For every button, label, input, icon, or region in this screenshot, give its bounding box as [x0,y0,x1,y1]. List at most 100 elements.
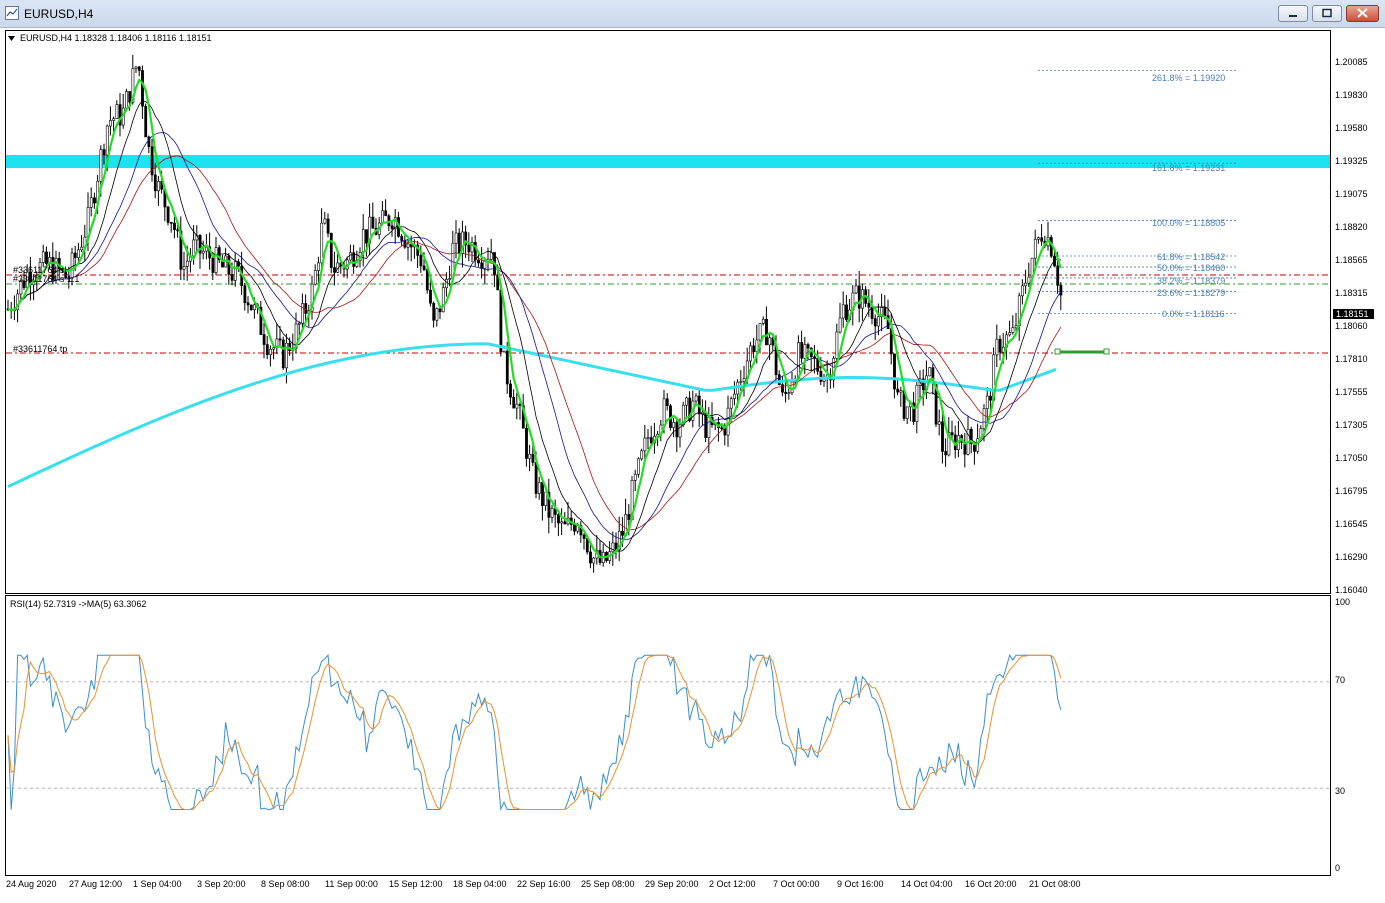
candle-body [390,225,394,229]
candle-body [803,344,807,359]
candle-body [883,307,887,316]
candle-body [441,287,445,313]
candle-body [211,257,215,273]
candle-body [41,251,45,263]
candle-body [1008,332,1012,336]
candle-body [589,551,592,564]
candle-body [1024,282,1028,287]
price-tick: 1.19325 [1335,156,1368,166]
price-tick: 1.18315 [1335,288,1368,298]
candle-body [371,216,375,229]
candle-body [928,367,932,377]
candle-body [563,521,567,525]
candle-body [80,246,84,251]
price-tick: 1.16545 [1335,519,1368,529]
candle-body [950,432,954,436]
candle-body [381,210,384,224]
candle-body [265,344,269,355]
candle-body [297,322,301,325]
price-tick: 1.19830 [1335,90,1368,100]
price-tick: 1.17810 [1335,354,1368,364]
price-tick: 1.16795 [1335,486,1368,496]
candle-body [515,403,519,409]
time-tick: 18 Sep 04:00 [453,879,507,889]
candle-body [857,285,861,309]
candle-body [838,317,842,333]
candle-body [509,383,512,398]
candle-body [102,149,106,156]
candle-body [707,416,711,438]
entry-marker-handle-left[interactable] [1054,348,1061,355]
candle-body [262,334,266,345]
candle-body [787,392,791,395]
time-tick: 22 Sep 16:00 [517,879,571,889]
collapse-triangle-icon[interactable] [8,36,16,42]
candle-body [640,450,644,460]
current-price-tag: 1.18151 [1333,309,1374,319]
candle-body [105,125,109,156]
candle-body [784,391,788,394]
price-tick: 1.18565 [1335,255,1368,265]
candle-body [249,304,253,311]
rsi-line [7,653,1062,812]
candle-body [505,350,509,385]
rsi-tick: 100 [1335,597,1351,607]
candle-body [995,338,999,356]
candle-body [422,265,426,270]
candle-body [185,260,189,267]
candle-body [246,302,250,306]
candle-body [905,406,909,419]
candle-body [323,218,327,224]
candle-body [765,318,768,346]
candle-body [429,289,432,304]
candle-body [806,344,810,349]
candle-body [349,252,352,261]
candle-body [253,304,256,311]
candle-body [1021,285,1024,297]
candle-body [445,279,448,289]
time-tick: 21 Oct 08:00 [1029,879,1081,889]
candle-body [512,396,516,409]
entry-order-label: #33611764 s 1.1 [13,274,80,284]
candle-body [672,422,676,428]
fib-label: 0.0% = 1.18116 [1162,309,1225,319]
time-tick: 11 Sep 00:00 [325,879,378,889]
candle-body [592,557,596,564]
fib-label: 50.0% = 1.18460 [1157,263,1226,273]
candle-body [534,462,538,494]
candle-body [694,395,698,402]
fib-label: 23.6% = 1.18279 [1157,288,1226,298]
candle-body [985,395,989,409]
price-tick: 1.19075 [1335,189,1368,199]
price-tick: 1.16290 [1335,552,1368,562]
candle-body [758,323,762,341]
candle-body [873,318,877,327]
candle-body [944,451,948,456]
price-tick: 1.17050 [1335,453,1368,463]
candle-body [467,244,471,253]
candle-body [797,342,800,380]
entry-marker-handle-right[interactable] [1103,348,1110,355]
candle-body [550,508,554,518]
candle-body [326,218,330,234]
candle-body [153,174,157,192]
candle-body [646,437,650,439]
candle-body [313,270,317,285]
candle-body [557,514,560,524]
candle-body [637,458,640,475]
candle-body [621,530,624,536]
ma-black-line [7,100,1061,552]
candle-body [1027,276,1031,284]
candle-body [77,249,80,258]
candle-body [896,388,900,393]
candle-body [531,453,535,463]
price-tick: 1.16040 [1335,585,1368,595]
candle-body [845,304,848,321]
candle-body [301,303,304,324]
time-tick: 2 Oct 12:00 [709,879,756,889]
chart-canvas [6,54,1330,812]
candle-body [243,285,247,303]
candle-body [144,105,148,138]
candle-body [835,331,839,359]
price-tick: 1.20085 [1335,57,1368,67]
